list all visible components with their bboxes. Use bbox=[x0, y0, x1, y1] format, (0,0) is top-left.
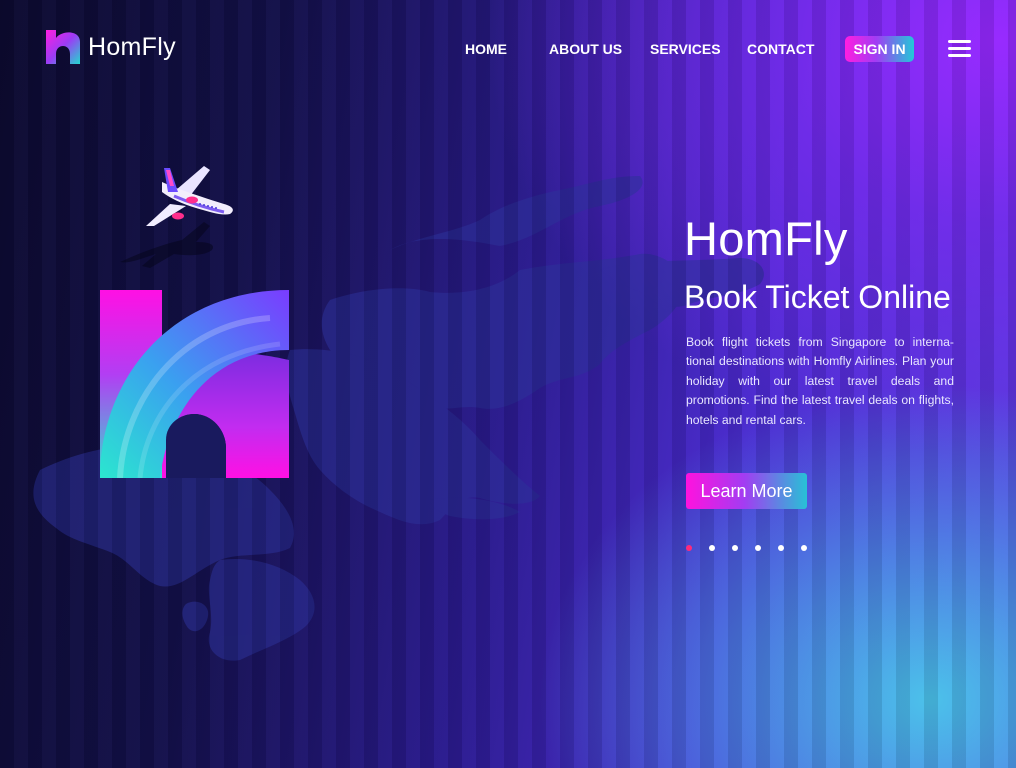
menu-bar-top bbox=[948, 40, 971, 43]
nav-home[interactable]: HOME bbox=[465, 41, 507, 57]
hero-subtitle: Book Ticket Online bbox=[684, 279, 951, 315]
slider-dot-6[interactable] bbox=[801, 545, 807, 551]
site-header: HomFly HOME ABOUT US SERVICES CONTACT SI… bbox=[0, 0, 1016, 100]
learn-more-button[interactable]: Learn More bbox=[686, 473, 807, 509]
menu-bar-bottom bbox=[948, 54, 971, 57]
nav-services[interactable]: SERVICES bbox=[650, 41, 721, 57]
slider-dot-2[interactable] bbox=[709, 545, 715, 551]
sign-in-button[interactable]: SIGN IN bbox=[845, 36, 914, 62]
hamburger-menu-icon[interactable] bbox=[948, 40, 971, 58]
slider-dot-3[interactable] bbox=[732, 545, 738, 551]
slider-dot-1[interactable] bbox=[686, 545, 692, 551]
slider-dot-4[interactable] bbox=[755, 545, 761, 551]
hero-title: HomFly bbox=[684, 212, 848, 265]
landing-page: HomFly HOME ABOUT US SERVICES CONTACT SI… bbox=[0, 0, 1016, 768]
homfly-logo-mark bbox=[100, 290, 289, 478]
menu-bar-middle bbox=[948, 47, 971, 50]
slider-dot-5[interactable] bbox=[778, 545, 784, 551]
nav-contact[interactable]: CONTACT bbox=[747, 41, 814, 57]
hero-description: Book flight tickets from Singapore to in… bbox=[686, 335, 954, 427]
nav-about-us[interactable]: ABOUT US bbox=[549, 41, 622, 57]
hero-section: HomFly Book Ticket Online bbox=[684, 210, 974, 316]
airplane-icon bbox=[120, 166, 233, 268]
slider-pagination bbox=[686, 545, 816, 553]
